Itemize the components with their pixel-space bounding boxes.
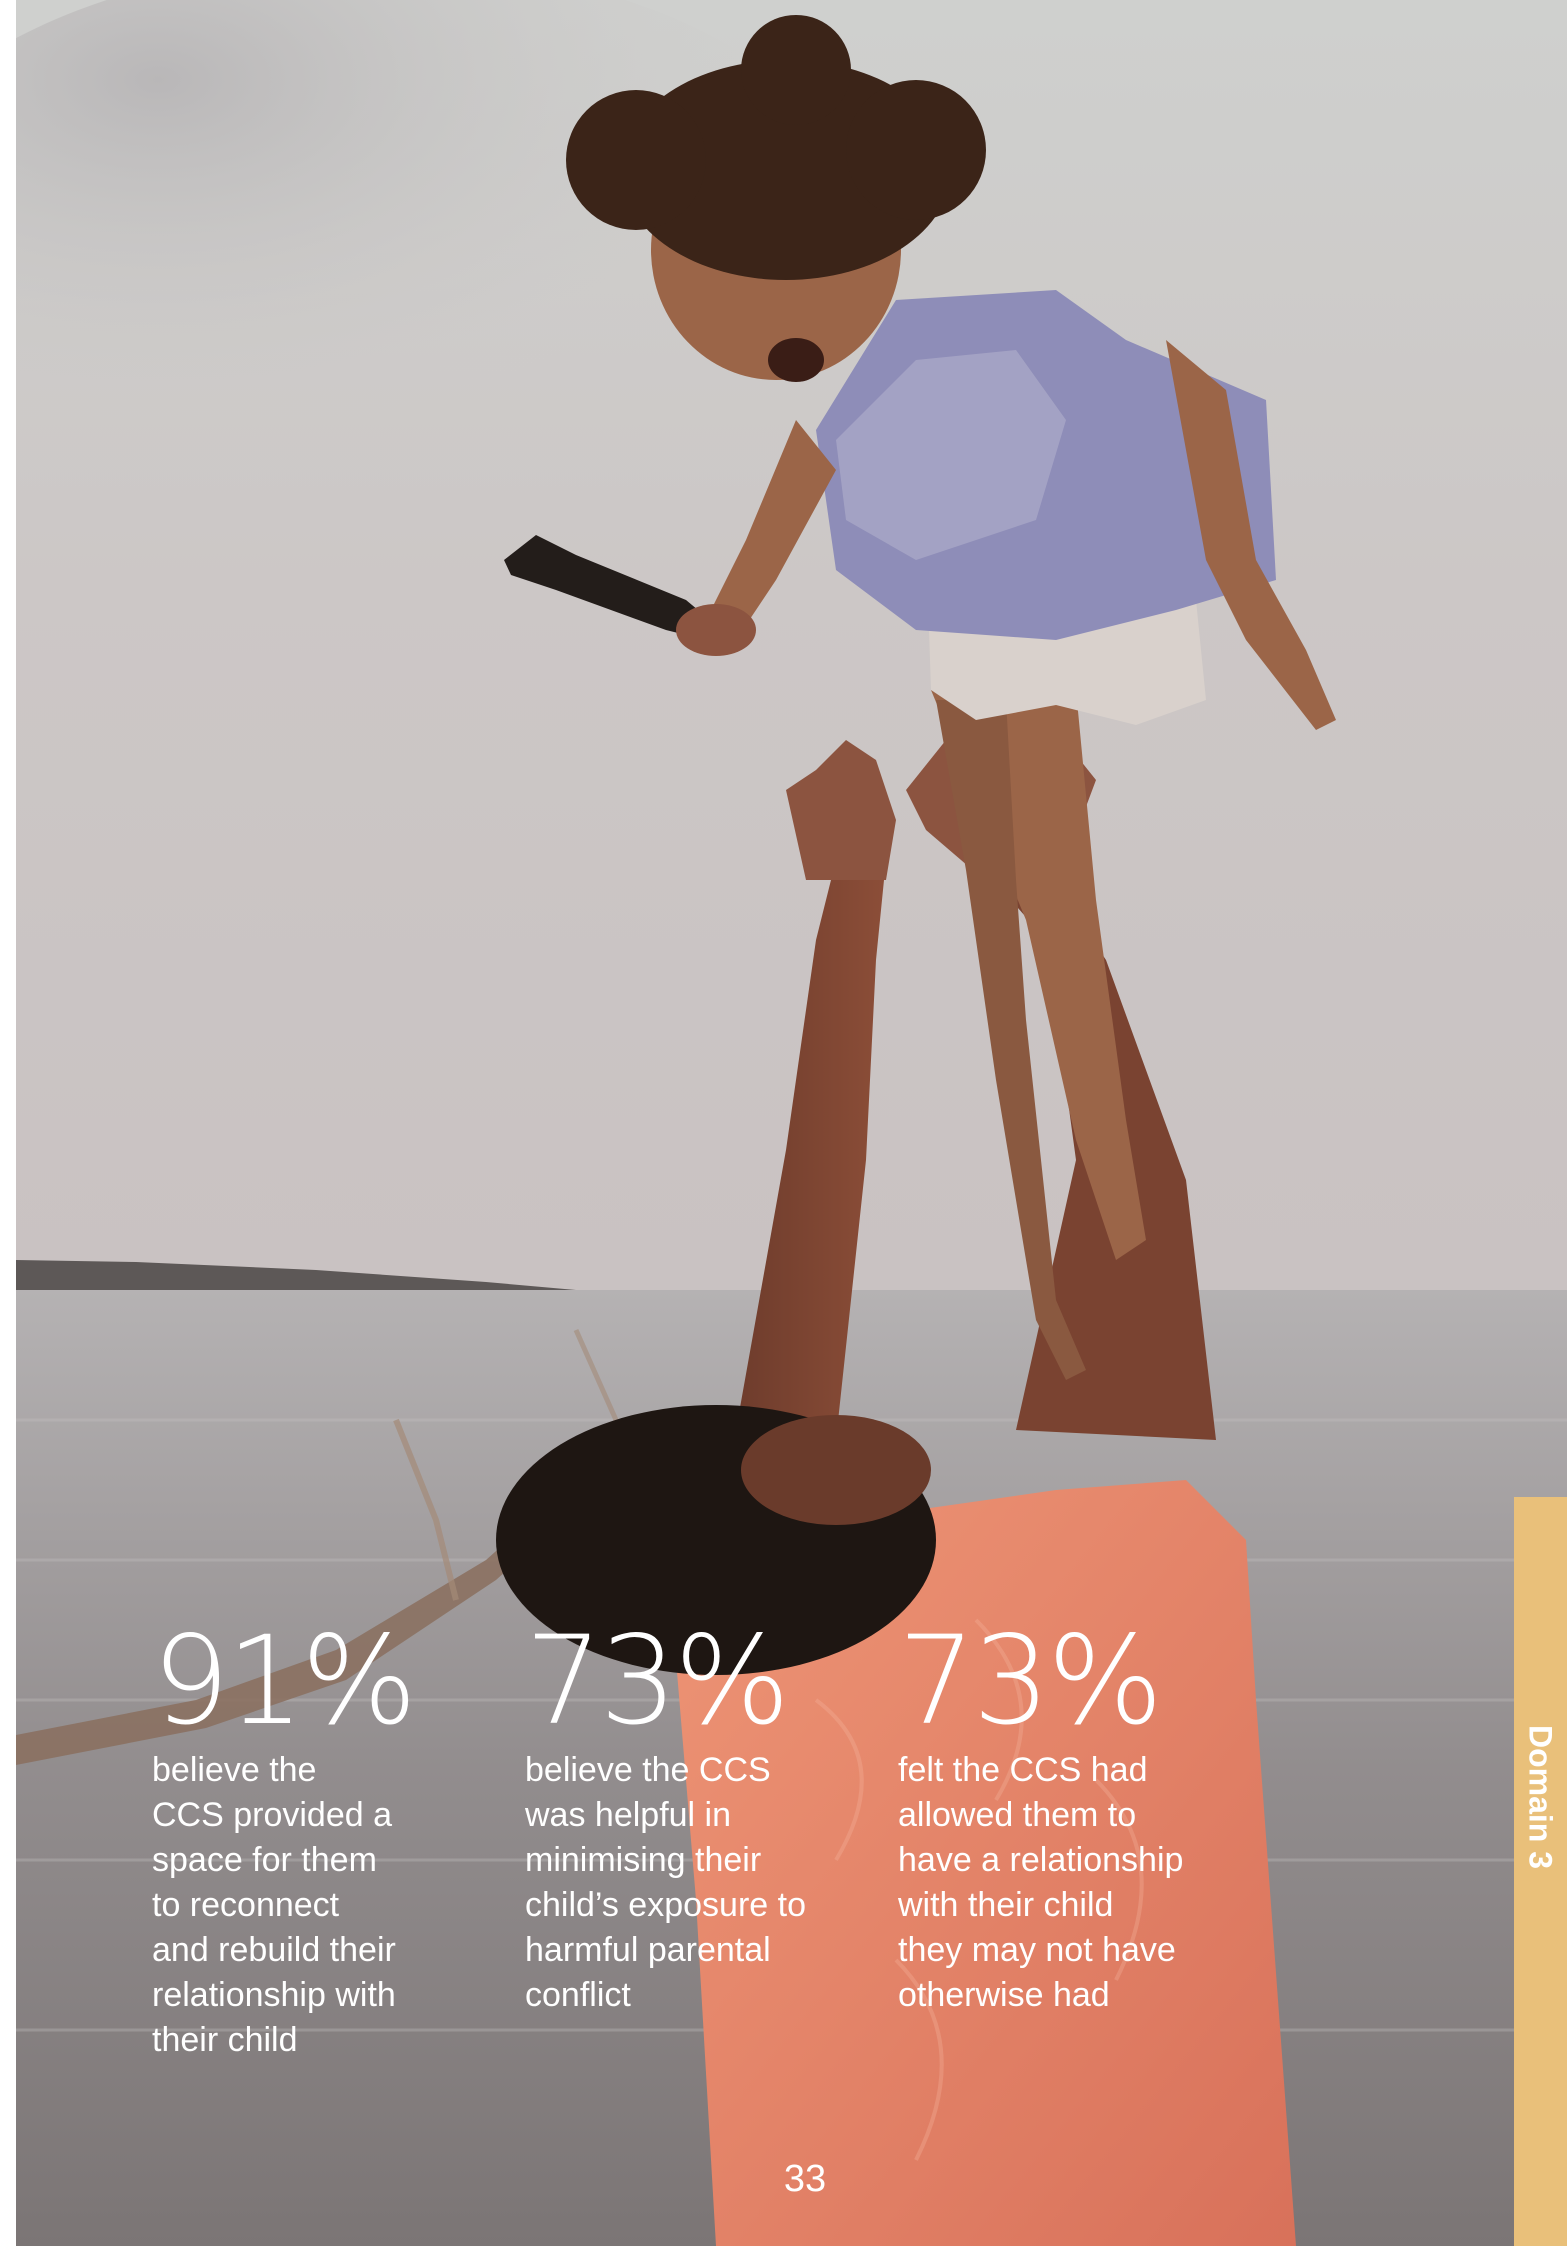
page-number: 33 bbox=[783, 2158, 827, 2200]
side-tab: Domain 3 bbox=[1514, 1497, 1567, 2246]
stat-description: believe the CCS was helpful in minimisin… bbox=[525, 1751, 806, 2014]
stat-percentage: 73% bbox=[525, 1610, 790, 1752]
stat-block: 73% believe the CCS was helpful in minim… bbox=[525, 1620, 865, 2018]
stat-percentage: 73% bbox=[898, 1610, 1163, 1752]
stat-block: 91% believe the CCS provided a space for… bbox=[152, 1620, 472, 2063]
stat-description: believe the CCS provided a space for the… bbox=[152, 1751, 396, 2059]
stat-percentage: 91% bbox=[152, 1610, 417, 1752]
stat-description: felt the CCS had allowed them to have a … bbox=[898, 1751, 1184, 2014]
side-tab-label: Domain 3 bbox=[1522, 1724, 1559, 1870]
stat-block: 73% felt the CCS had allowed them to hav… bbox=[898, 1620, 1238, 2018]
